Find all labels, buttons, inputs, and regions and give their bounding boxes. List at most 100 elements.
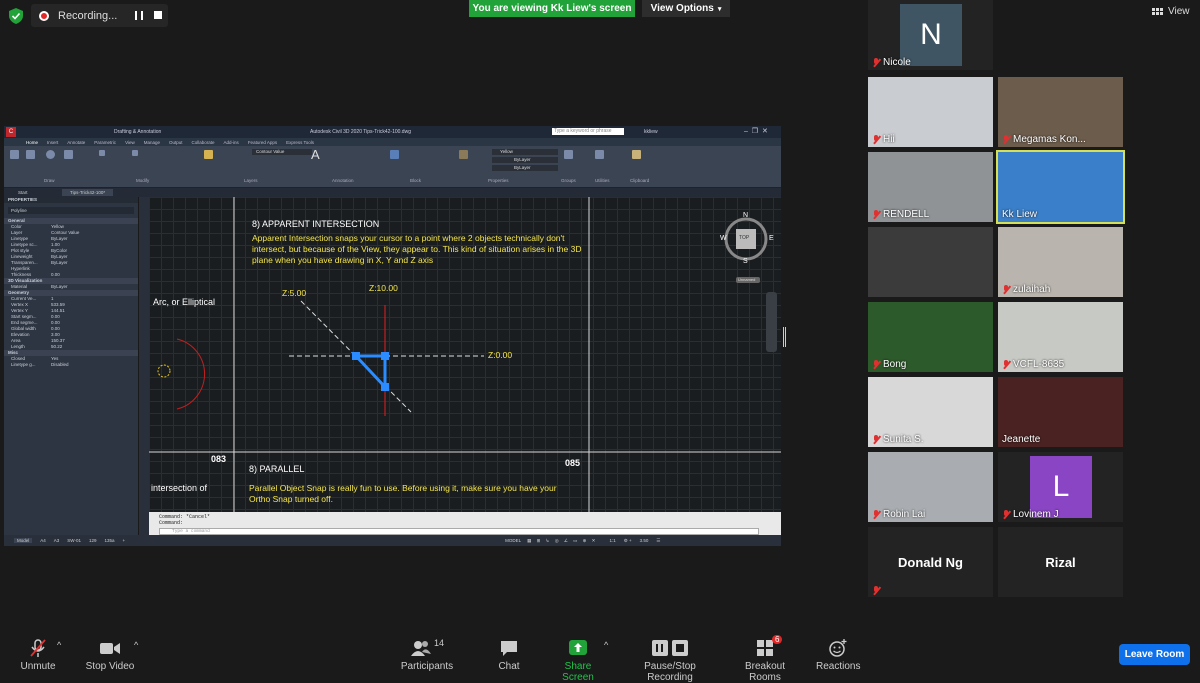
ribbon-tab[interactable]: Output [169,140,183,145]
cad-user[interactable]: kkliew [644,129,658,135]
share-screen-button[interactable]: Share Screen [549,638,607,683]
mic-muted-icon [872,586,880,595]
rotate-tool-icon[interactable] [132,150,138,156]
drawing-canvas[interactable]: N S E W TOP Unnamed 8) APPARENT INTERSEC… [149,197,781,512]
layout-tab[interactable]: A4 [40,538,46,543]
ribbon-tab[interactable]: Manage [144,140,160,145]
properties-palette[interactable]: PROPERTIES Polyline General Color Yellow La… [4,197,139,543]
file-tab-drawing[interactable]: Tips-Trick42-100* [62,189,114,196]
reactions-button[interactable]: Reactions [816,638,860,672]
shared-screen[interactable]: C Drafting & Annotation Autodesk Civil 3… [4,126,781,546]
text-tool-icon[interactable]: A [311,147,320,162]
circle-tool-icon[interactable] [46,150,55,159]
ribbon-tab[interactable]: Parametric [94,140,116,145]
view-options-button[interactable]: View Options ▾ [642,0,730,17]
participant-tile[interactable]: Megamas Kon... [998,77,1123,147]
share-options-chevron-icon[interactable]: ^ [604,640,608,650]
layout-tab[interactable]: 135a [104,538,114,543]
participant-name: zulaihah [1013,284,1051,295]
command-line[interactable]: Command: *Cancel* Command: Type a comman… [149,512,781,535]
participant-tile[interactable]: N Nicole [868,0,993,70]
settings-icon[interactable]: ⚙ + [624,538,632,544]
video-options-chevron-icon[interactable]: ^ [134,640,138,650]
heading-apparent-intersection: 8) APPARENT INTERSECTION [252,219,380,229]
participant-name-tag: Robin Lai [872,509,925,520]
ribbon-tab[interactable]: Add-ins [224,140,239,145]
pause-recording-icon[interactable] [135,11,143,20]
split-handle[interactable] [783,327,786,347]
viewcube-top-label[interactable]: TOP [739,235,749,241]
pause-stop-recording-button[interactable]: Pause/Stop Recording [622,638,718,683]
ribbon-tab[interactable]: View [125,140,135,145]
window-controls[interactable]: – ❐ ✕ [744,127,768,135]
ribbon-tab[interactable]: Insert [47,140,58,145]
ribbon-tab[interactable]: Annotate [67,140,85,145]
participant-name-tag: zulaihah [1002,284,1050,295]
breakout-rooms-icon [757,640,773,656]
heading-parallel: 8) PARALLEL [249,464,305,474]
command-input[interactable]: Type a command [159,528,759,535]
participant-tile[interactable]: RENDELL [868,152,993,222]
layer-dropdown[interactable]: Contour Value [252,149,312,155]
line-tool-icon[interactable] [10,150,19,159]
layout-tab[interactable]: 129 [89,538,97,543]
layout-tab[interactable]: SW-01 [67,538,81,543]
ribbon-group-label: Layers [244,178,258,183]
workspace-select[interactable]: Drafting & Annotation [114,129,161,135]
annotation-scale[interactable]: 1:1 [609,538,615,543]
arc-tool-icon[interactable] [64,150,73,159]
view-button[interactable]: View [1152,6,1190,17]
participant-tile[interactable]: VCFL-8635 [998,302,1123,372]
participant-tile[interactable]: Robin Lai [868,452,993,522]
participant-tile[interactable]: L Lovinem J [998,452,1123,522]
ribbon-tab[interactable]: Collaborate [192,140,215,145]
palette-side-tabs[interactable] [139,197,149,543]
participant-tile[interactable]: Kk Liew [996,150,1125,224]
participants-button[interactable]: 14 Participants [400,638,454,672]
layout-tab[interactable]: A3 [54,538,60,543]
status-toggles[interactable]: ▦ ⊞ ↳ ◎ ∠ ▭ ⊕ ✕ [527,538,597,544]
participant-tile[interactable]: Bong [868,302,993,372]
participant-tile[interactable] [868,227,993,297]
chat-button[interactable]: Chat [494,638,524,672]
property-row[interactable]: Linetype g... Disabled [4,362,138,368]
recording-controls-label: Pause/Stop Recording [644,661,696,683]
participant-tile[interactable]: Sunita S. [868,377,993,447]
group-tool-icon[interactable] [564,150,573,159]
customize-icon[interactable]: ☰ [656,538,660,544]
leave-room-button[interactable]: Leave Room [1119,644,1190,665]
mic-muted-icon [1002,510,1010,519]
move-tool-icon[interactable] [99,150,105,156]
cad-search-input[interactable]: Type a keyword or phrase [552,128,624,135]
color-dropdown[interactable]: Yellow [492,149,558,155]
participant-tile[interactable]: Donald Ng [868,527,993,597]
insert-block-icon[interactable] [390,150,399,159]
paste-tool-icon[interactable] [632,150,641,159]
ribbon-tab[interactable]: Express Tools [286,140,314,145]
participant-tile[interactable]: Jeanette [998,377,1123,447]
participant-tile[interactable]: zulaihah [998,227,1123,297]
measure-tool-icon[interactable] [595,150,604,159]
lineweight-dropdown[interactable]: ByLayer [492,165,558,171]
stop-video-button[interactable]: Stop Video [82,638,138,672]
audio-options-chevron-icon[interactable]: ^ [57,640,61,650]
breakout-rooms-button[interactable]: 6 Breakout Rooms [729,635,801,683]
object-type-select[interactable]: Polyline [8,207,134,214]
viewcube-unnamed-label[interactable]: Unnamed [738,277,755,282]
ribbon-tab[interactable]: Home [26,140,38,145]
linetype-dropdown[interactable]: ByLayer [492,157,558,163]
layout-tab-model[interactable]: Model [14,538,33,543]
shield-icon[interactable] [9,8,23,24]
participant-tile[interactable]: Hii [868,77,993,147]
mic-muted-icon [30,639,46,657]
match-properties-icon[interactable] [459,150,468,159]
ribbon-tab[interactable]: Featured Apps [248,140,277,145]
model-space-toggle[interactable]: MODEL [505,538,521,543]
stop-recording-icon[interactable] [154,11,162,19]
polyline-tool-icon[interactable] [26,150,35,159]
file-tab-start[interactable]: Start [18,190,28,195]
participant-tile[interactable]: Rizal [998,527,1123,597]
add-layout-icon[interactable]: + [123,538,126,543]
layer-properties-icon[interactable] [204,150,213,159]
unmute-button[interactable]: Unmute [16,638,60,672]
